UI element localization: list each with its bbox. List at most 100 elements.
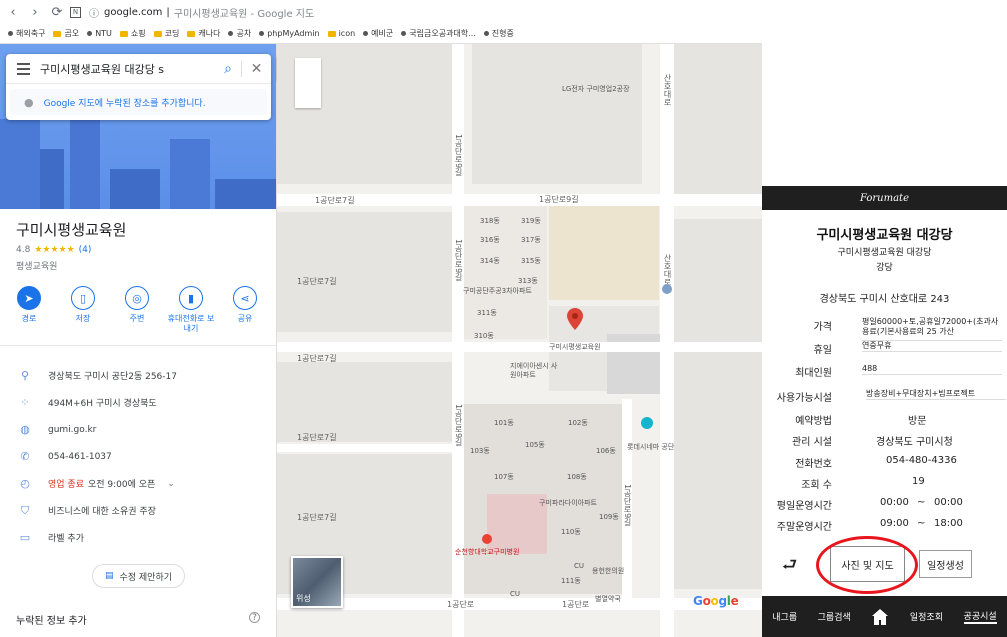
directions-button[interactable]: ➤ 경로 <box>4 286 54 345</box>
road-label: 산호대로 <box>663 74 672 106</box>
highlight-circle <box>816 536 918 594</box>
phone-icon: ✆ <box>20 450 30 463</box>
search-input[interactable] <box>40 62 215 75</box>
suggest-edit-button[interactable]: ▤ 수정 제안하기 <box>92 564 185 588</box>
send-to-phone-button[interactable]: ▮ 휴대전화로 보 내기 <box>166 286 216 345</box>
nearby-button[interactable]: ◎ 주변 <box>112 286 162 345</box>
bookmark-item[interactable]: 예비군 <box>363 28 393 39</box>
forward-arrow-icon[interactable]: › <box>26 3 44 21</box>
hospital-pin-icon[interactable] <box>482 534 492 544</box>
bookmarks-bar: 해외축구 곰오 NTU 쇼핑 코딩 캐나다 공차 phpMyAdmin icon 예비군 국립금오공… <box>0 25 762 42</box>
location-pin-icon: ⚲ <box>20 369 30 382</box>
store-label[interactable]: CU <box>510 590 520 598</box>
road-label: 1공단로9길 <box>454 239 463 282</box>
poi-label[interactable]: 순천향대학교구미병원 <box>455 547 519 557</box>
bookmark-item[interactable]: 쇼핑 <box>119 28 146 39</box>
poi-label[interactable]: 지에이아센시 사원아파트 <box>510 362 560 380</box>
chevron-down-icon[interactable]: ⌄ <box>167 479 175 489</box>
facility-type: 강당 <box>876 263 893 273</box>
bookmark-icon: ▯ <box>71 286 95 310</box>
bookmark-item[interactable]: 캐나다 <box>187 28 220 39</box>
bookmark-item[interactable]: NTU <box>87 29 112 38</box>
tab-my-group[interactable]: 내그룹 <box>772 610 797 623</box>
pin-label[interactable]: 구미시평생교육원 <box>549 342 601 352</box>
tab-group-search[interactable]: 그룹검색 <box>818 610 851 623</box>
bookmark-item[interactable]: 공차 <box>228 28 251 39</box>
views-value: 19 <box>912 476 925 487</box>
road-label: 1공단로7길 <box>297 513 337 522</box>
store-label[interactable]: CU <box>574 562 584 570</box>
poi-label[interactable]: LG전자 구미영업2공장 <box>562 84 630 94</box>
close-icon[interactable]: ✕ <box>241 60 271 77</box>
address-row[interactable]: ⚲ 경상북도 구미시 공단2동 256-17 <box>0 362 276 389</box>
facilities-label: 사용가능시설 <box>776 393 832 404</box>
hours-row[interactable]: ◴ 영업 종료 오전 9:00에 오픈 ⌄ <box>0 470 276 497</box>
facility-subtitle: 구미시평생교육원 대강당 <box>837 248 932 258</box>
home-icon[interactable] <box>871 608 889 626</box>
folder-icon <box>119 30 128 37</box>
road-label: 1공단로9길 <box>454 404 463 447</box>
tab-schedule-view[interactable]: 일정조회 <box>910 610 943 623</box>
claim-business-row[interactable]: ⛉ 비즈니스에 대한 소유권 주장 <box>0 497 276 524</box>
website-row[interactable]: ◍ gumi.go.kr <box>0 416 276 443</box>
building-label: 103동 <box>470 447 490 455</box>
search-icon[interactable]: ⌕ <box>215 61 241 77</box>
bookmark-icon <box>401 31 407 36</box>
reservation-value: 방문 <box>908 416 927 427</box>
menu-icon[interactable] <box>6 62 40 75</box>
transit-pin-icon[interactable] <box>662 284 672 294</box>
bookmark-icon <box>363 31 369 36</box>
bookmark-item[interactable]: 곰오 <box>53 28 79 39</box>
bookmark-item[interactable]: 코딩 <box>153 28 179 39</box>
road-label: 1공단로9길 <box>539 195 579 204</box>
create-schedule-button[interactable]: 일정생성 <box>919 550 972 578</box>
place-title: 구미시평생교육원 <box>16 221 127 239</box>
add-label-row[interactable]: ▭ 라벨 추가 <box>0 524 276 551</box>
review-count[interactable]: (4) <box>79 245 92 255</box>
add-missing-place-link[interactable]: ● Google 지도에 누락된 장소를 추가합니다. <box>10 89 267 115</box>
bookmark-item[interactable]: 해외축구 <box>8 28 45 39</box>
bookmark-icon <box>87 31 93 36</box>
label-icon: ▭ <box>19 531 31 544</box>
bookmark-item[interactable]: icon <box>327 29 355 38</box>
back-arrow-icon[interactable]: ⮐ <box>782 552 797 581</box>
share-button[interactable]: ⋖ 공유 <box>220 286 270 345</box>
map-layer-control[interactable] <box>295 58 321 108</box>
google-logo: Google <box>693 594 739 608</box>
facility-address: 경상북도 구미시 산호대로 243 <box>819 294 950 305</box>
reload-icon[interactable]: ⟳ <box>48 3 66 21</box>
poi-label[interactable]: 구미공단주공3차아파트 <box>463 286 532 296</box>
back-arrow-icon[interactable]: ‹ <box>4 3 22 21</box>
road-label: 1공단로7길 <box>297 433 337 442</box>
tab-public-facility[interactable]: 공공시설 <box>963 609 997 624</box>
tilde: ~ <box>917 518 926 529</box>
tilde: ~ <box>917 497 926 508</box>
building-label: 101동 <box>494 419 514 427</box>
bookmark-item[interactable]: 국립금오공과대학... <box>401 28 476 39</box>
browser-nav-row: ‹ › ⟳ N ⓘ google.com | 구미시평생교육원 - Google… <box>0 0 762 24</box>
building-label: 102동 <box>568 419 588 427</box>
poi-label[interactable]: 구미파라다이아파트 <box>539 498 597 508</box>
poi-label[interactable]: 롯데시네마 공단 <box>627 442 674 452</box>
save-button[interactable]: ▯ 저장 <box>58 286 108 345</box>
edit-icon: ▤ <box>104 571 114 581</box>
pluscode-row[interactable]: ⁘ 494M+6H 구미시 경상북도 <box>0 389 276 416</box>
location-pin-icon[interactable] <box>567 308 583 330</box>
poi-label[interactable]: 별열약국 <box>595 594 621 604</box>
bookmark-item[interactable]: 진형중 <box>483 28 514 39</box>
reservation-label: 예약방법 <box>795 416 832 427</box>
bookmark-item[interactable]: phpMyAdmin <box>259 29 320 38</box>
building-label: 318동 <box>480 217 500 225</box>
action-bar: ➤ 경로 ▯ 저장 ◎ 주변 ▮ 휴대전화로 보 내기 ⋖ 공유 <box>0 286 276 346</box>
map-canvas[interactable]: 1공단로9길 1공단로7길 1공단로7길 1공단로7길 1공단로7길 1공단로7… <box>277 44 762 637</box>
satellite-thumbnail[interactable]: 위성 <box>291 556 343 608</box>
building-label: 108동 <box>567 473 587 481</box>
phone-row[interactable]: ✆ 054-461-1037 <box>0 443 276 470</box>
building-label: 109동 <box>599 513 619 521</box>
cinema-pin-icon[interactable] <box>641 417 653 429</box>
place-category[interactable]: 평생교육원 <box>16 259 57 272</box>
help-icon[interactable]: ? <box>249 612 260 623</box>
address-bar[interactable]: ⓘ google.com | 구미시평생교육원 - Google 지도 <box>89 5 314 20</box>
poi-label[interactable]: 용헌한의원 <box>592 566 624 576</box>
road-label: 1공단로 <box>562 600 590 609</box>
